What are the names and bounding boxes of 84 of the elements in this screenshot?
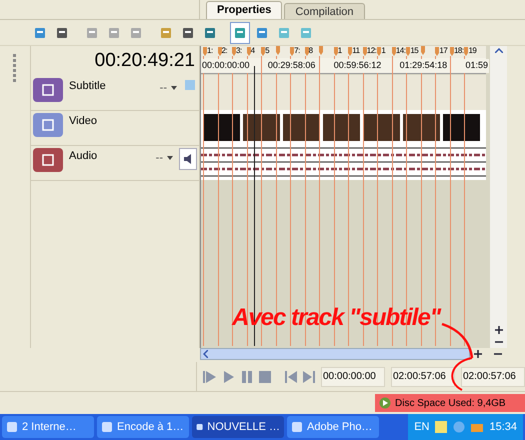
chapter-label: 7: — [294, 46, 300, 56]
caret-icon — [171, 86, 177, 90]
next-icon[interactable] — [303, 370, 315, 382]
chapter-marker-icon[interactable] — [420, 46, 425, 55]
track-name: Subtitle — [69, 79, 107, 94]
chapter-label: 11 — [352, 46, 360, 56]
chapter-label: 1 — [381, 46, 386, 56]
tray-app-icon[interactable] — [471, 421, 484, 433]
chapter-marker-icon[interactable] — [246, 46, 251, 56]
chapter-marker-icon[interactable] — [304, 46, 309, 56]
taskbar-button[interactable]: 2 Interne… — [2, 416, 94, 438]
subtitle-toggle-icon[interactable] — [183, 78, 197, 92]
taskbar-button[interactable]: NOUVELLE … — [192, 416, 284, 438]
stop-icon[interactable] — [259, 370, 271, 382]
time-field: 00:00:00:00 — [321, 366, 385, 386]
video-thumbnail — [203, 114, 240, 141]
chapter-label: 12: — [366, 46, 376, 56]
horizontal-scrollbar[interactable] — [200, 348, 470, 360]
video-track-icon — [33, 113, 63, 137]
chapter-marker-icon[interactable] — [334, 46, 338, 56]
video-thumbnail — [323, 114, 360, 141]
video-thumbnail — [283, 114, 320, 141]
speaker-icon[interactable] — [179, 148, 197, 170]
window-icon — [291, 421, 303, 433]
window-icon — [101, 421, 113, 433]
tray-app-icon[interactable] — [453, 421, 466, 433]
ruler-timecode: 00:59:56:12 — [332, 59, 382, 72]
taskbar-button[interactable]: Encode à 1… — [97, 416, 189, 438]
track-name: Audio — [69, 149, 98, 164]
scroll-left-icon[interactable] — [203, 350, 208, 358]
status-text: Disc Space Used: 9,4GB — [395, 396, 506, 410]
ruler-timecode: 01:29:54:18 — [398, 59, 448, 72]
track-dropdown[interactable]: -- — [156, 150, 173, 166]
taskbar-button[interactable]: Adobe Pho… — [287, 416, 379, 438]
chapter-marker-icon[interactable] — [232, 46, 236, 56]
scroll-up-icon[interactable] — [494, 48, 502, 53]
chapter-marker-icon[interactable] — [203, 46, 207, 56]
zoom-in-icon[interactable] — [494, 326, 502, 334]
chapter-label: 1 — [338, 46, 342, 56]
help-icon[interactable] — [435, 421, 448, 433]
audio-track-icon — [33, 148, 63, 172]
window-icon — [196, 421, 204, 433]
clock: 15:34 — [489, 420, 517, 435]
subtitle-track-icon — [33, 78, 63, 102]
track-name: Video — [69, 114, 98, 129]
chapter-label: 14: — [396, 46, 406, 56]
pause-icon[interactable] — [241, 370, 253, 382]
video-thumbnail — [363, 114, 400, 141]
chapter-label: 17 — [439, 46, 448, 56]
chapter-label: 1: — [207, 46, 213, 56]
chapter-marker-icon[interactable] — [290, 46, 294, 56]
split-icon[interactable] — [230, 22, 250, 44]
vertical-scrollbar[interactable] — [490, 46, 507, 348]
previous-icon[interactable] — [285, 370, 297, 382]
chapter-label: 5 — [265, 46, 270, 56]
chapter-label: 3: — [236, 46, 242, 56]
language-indicator[interactable]: EN — [414, 418, 430, 436]
grip-icon[interactable] — [13, 54, 17, 84]
chapter-label: 18: — [454, 46, 464, 56]
caret-icon — [167, 156, 173, 160]
timecode-display: 00:20:49:21 — [94, 48, 195, 73]
ruler-timecode: 01:59 — [464, 59, 489, 72]
time-field: 02:00:57:06 — [391, 366, 455, 386]
video-thumbnail — [403, 114, 440, 141]
track-dropdown[interactable]: -- — [160, 80, 177, 96]
video-thumbnail — [443, 114, 480, 141]
chapter-marker-icon[interactable] — [261, 46, 266, 56]
chapter-label: 15 — [410, 46, 418, 56]
chapter-marker-icon[interactable] — [276, 46, 280, 55]
ruler-timecode: 00:00:00:00 — [201, 59, 251, 72]
tab[interactable]: Compilation — [284, 3, 365, 19]
disc-icon — [379, 397, 391, 409]
tab[interactable]: Properties — [206, 1, 282, 19]
chapter-marker-icon[interactable] — [348, 46, 352, 56]
chapter-label: 19 — [468, 46, 476, 56]
time-field: 02:00:57:06 — [461, 366, 525, 386]
ruler-timecode: 00:29:58:06 — [266, 59, 316, 72]
chapter-label: 8 — [308, 46, 313, 56]
play-icon[interactable] — [223, 370, 235, 382]
zoom-in-icon[interactable] — [474, 350, 482, 358]
window-icon — [6, 421, 18, 433]
play-from-start-icon[interactable] — [203, 370, 217, 382]
chapter-marker-icon[interactable] — [218, 46, 222, 56]
chapter-marker-icon[interactable] — [319, 46, 324, 55]
